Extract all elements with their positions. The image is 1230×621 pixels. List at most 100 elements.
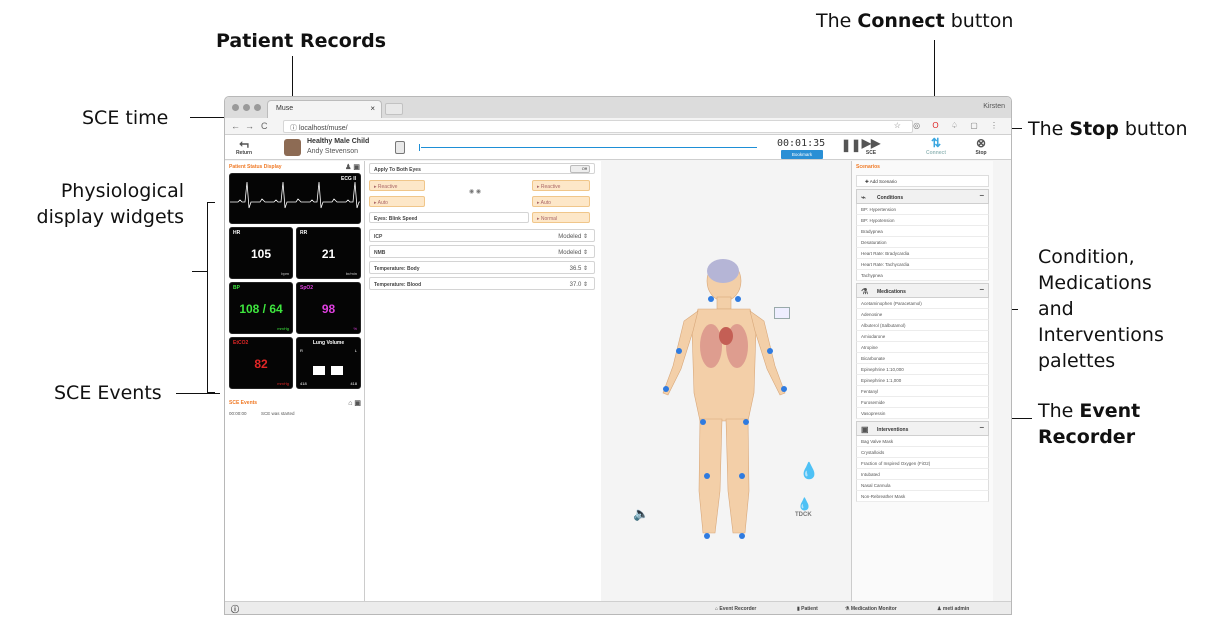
pulse-point-left-popliteal[interactable] [704, 473, 710, 479]
condition-item[interactable]: Heart Rate: Bradycardia [856, 248, 989, 259]
spo2-widget[interactable]: SpO2 98 % [296, 282, 361, 334]
blink-speed-select[interactable]: ▸ Normal [532, 212, 590, 223]
browser-user[interactable]: Kirsten [983, 103, 1005, 110]
intervention-item[interactable]: Non-Rebreather Mask [856, 491, 989, 502]
fluid-drop-icon[interactable]: 💧 [799, 461, 819, 481]
condition-item[interactable]: Tachypnea [856, 270, 989, 281]
intervention-item[interactable]: Crystalloids [856, 447, 989, 458]
extension-icons[interactable]: ☆ ◎ O ♤ ▢ ⋮ [894, 121, 1003, 130]
bookmark-button[interactable]: Bookmark [781, 150, 823, 159]
monitor-icon[interactable] [774, 307, 790, 319]
collapse-icon[interactable]: − [979, 423, 984, 432]
blood-drops-icon[interactable]: 💧 [797, 497, 812, 511]
condition-item[interactable]: BP: Hypotension [856, 215, 989, 226]
window-minimize-dot[interactable] [243, 104, 250, 111]
intervention-item[interactable]: Nasal Cannula [856, 480, 989, 491]
pulse-point-right-pedal[interactable] [739, 533, 745, 539]
pulse-point-left-brachial[interactable] [676, 348, 682, 354]
pulse-point-left-pedal[interactable] [704, 533, 710, 539]
medication-item[interactable]: Amiodarone [856, 331, 989, 342]
intervention-item[interactable]: Intubated [856, 469, 989, 480]
intervention-item[interactable]: Bag Valve Mask [856, 436, 989, 447]
patient-avatar[interactable] [284, 139, 301, 156]
event-row[interactable]: 00:00:00 SCE was started [225, 409, 365, 418]
bp-widget[interactable]: BP 108 / 64 mmHg [229, 282, 293, 334]
medication-monitor-button[interactable]: ⚗ Medication Monitor [845, 606, 897, 612]
lung-volume-widget[interactable]: Lung Volume R L 418 418 [296, 337, 361, 389]
pulse-point-right-carotid[interactable] [735, 296, 741, 302]
reload-icon[interactable]: C [261, 121, 268, 131]
conditions-palette-header[interactable]: ⌁ Conditions − [856, 189, 989, 204]
temp-body-value[interactable]: 36.5 ⇕ [570, 265, 588, 272]
panel-tools-icon[interactable]: ♟ ▣ [345, 163, 360, 171]
window-close-dot[interactable] [232, 104, 239, 111]
icp-row[interactable]: ICP Modeled ⇕ [369, 229, 595, 242]
temp-body-row[interactable]: Temperature: Body 36.5 ⇕ [369, 261, 595, 274]
browser-tab[interactable]: Muse × [267, 100, 382, 118]
pulse-point-right-popliteal[interactable] [739, 473, 745, 479]
medication-item[interactable]: Epinephrine 1:1,000 [856, 375, 989, 386]
condition-item[interactable]: BP: Hypertension [856, 204, 989, 215]
pulse-point-right-femoral[interactable] [743, 419, 749, 425]
sce-button[interactable]: ▶▶ SCE [859, 137, 883, 157]
medication-item[interactable]: Epinephrine 1:10,000 [856, 364, 989, 375]
ecg-widget[interactable]: ECG II [229, 173, 361, 224]
medication-item[interactable]: Adenosine [856, 309, 989, 320]
temp-blood-value[interactable]: 37.0 ⇕ [570, 281, 588, 288]
rr-widget[interactable]: RR 21 br/min [296, 227, 361, 279]
nmb-row[interactable]: NMB Modeled ⇕ [369, 245, 595, 258]
hr-widget[interactable]: HR 105 bpm [229, 227, 293, 279]
stop-button[interactable]: ⊗ Stop [967, 137, 995, 157]
medication-item[interactable]: Fentanyl [856, 386, 989, 397]
address-bar[interactable]: ⓘ localhost/muse/ [283, 120, 913, 133]
pulse-point-left-radial[interactable] [663, 386, 669, 392]
left-pupil-reactive[interactable]: ▸ Reactive [369, 180, 425, 191]
add-scenario-button[interactable]: ✚ Add Scenario [856, 175, 989, 187]
human-body-illustration[interactable] [601, 161, 851, 601]
patient-name[interactable]: Healthy Male Child [307, 138, 369, 145]
sound-icon[interactable]: 🔈 [633, 506, 649, 522]
temp-blood-row[interactable]: Temperature: Blood 37.0 ⇕ [369, 277, 595, 290]
etco2-label: EtCO2 [233, 340, 249, 346]
medication-item[interactable]: Vasopressin [856, 408, 989, 419]
collapse-icon[interactable]: − [979, 191, 984, 200]
apply-both-eyes-toggle[interactable]: Off [570, 165, 590, 173]
pulse-point-left-femoral[interactable] [700, 419, 706, 425]
user-menu[interactable]: ♟ meti admin [937, 606, 969, 612]
forward-arrow-icon[interactable]: → [245, 121, 254, 131]
etco2-widget[interactable]: EtCO2 82 mmHg [229, 337, 293, 389]
window-zoom-dot[interactable] [254, 104, 261, 111]
condition-item[interactable]: Desaturation [856, 237, 989, 248]
collapse-icon[interactable]: − [979, 285, 984, 294]
medication-item[interactable]: Acetaminophen (Paracetamol) [856, 298, 989, 309]
interventions-palette-header[interactable]: ▣ Interventions − [856, 421, 989, 436]
pulse-point-left-carotid[interactable] [708, 296, 714, 302]
info-icon[interactable]: ⓘ [231, 604, 239, 614]
icp-value[interactable]: Modeled ⇕ [558, 233, 588, 240]
close-tab-icon[interactable]: × [370, 104, 375, 113]
right-eye-auto[interactable]: ▸ Auto [532, 196, 590, 207]
pulse-point-right-radial[interactable] [781, 386, 787, 392]
sce-timeline[interactable] [419, 144, 757, 151]
intervention-item[interactable]: Fraction of Inspired Oxygen (FiO2) [856, 458, 989, 469]
condition-item[interactable]: Heart Rate: Tachycardia [856, 259, 989, 270]
pulse-point-right-brachial[interactable] [767, 348, 773, 354]
connect-button[interactable]: ⇅ Connect [919, 137, 953, 157]
back-arrow-icon[interactable]: ← [231, 121, 240, 131]
patient-button[interactable]: ▮ Patient [797, 606, 818, 612]
medication-item[interactable]: Bicarbonate [856, 353, 989, 364]
nmb-value[interactable]: Modeled ⇕ [558, 249, 588, 256]
event-tools-icon[interactable]: ⌂ ▣ [348, 399, 361, 407]
new-tab-button[interactable] [385, 103, 403, 115]
medication-item[interactable]: Furosemide [856, 397, 989, 408]
event-recorder-button[interactable]: ⌂ Event Recorder [715, 606, 756, 612]
pause-button[interactable]: ❚❚ [841, 139, 861, 152]
right-pupil-reactive[interactable]: ▸ Reactive [532, 180, 590, 191]
patient-records-icon[interactable] [395, 141, 405, 154]
medication-item[interactable]: Albuterol (Salbutamol) [856, 320, 989, 331]
left-eye-auto[interactable]: ▸ Auto [369, 196, 425, 207]
return-button[interactable]: ⮢ Return [231, 137, 257, 157]
medications-palette-header[interactable]: ⚗ Medications − [856, 283, 989, 298]
condition-item[interactable]: Bradypnea [856, 226, 989, 237]
medication-item[interactable]: Atropine [856, 342, 989, 353]
